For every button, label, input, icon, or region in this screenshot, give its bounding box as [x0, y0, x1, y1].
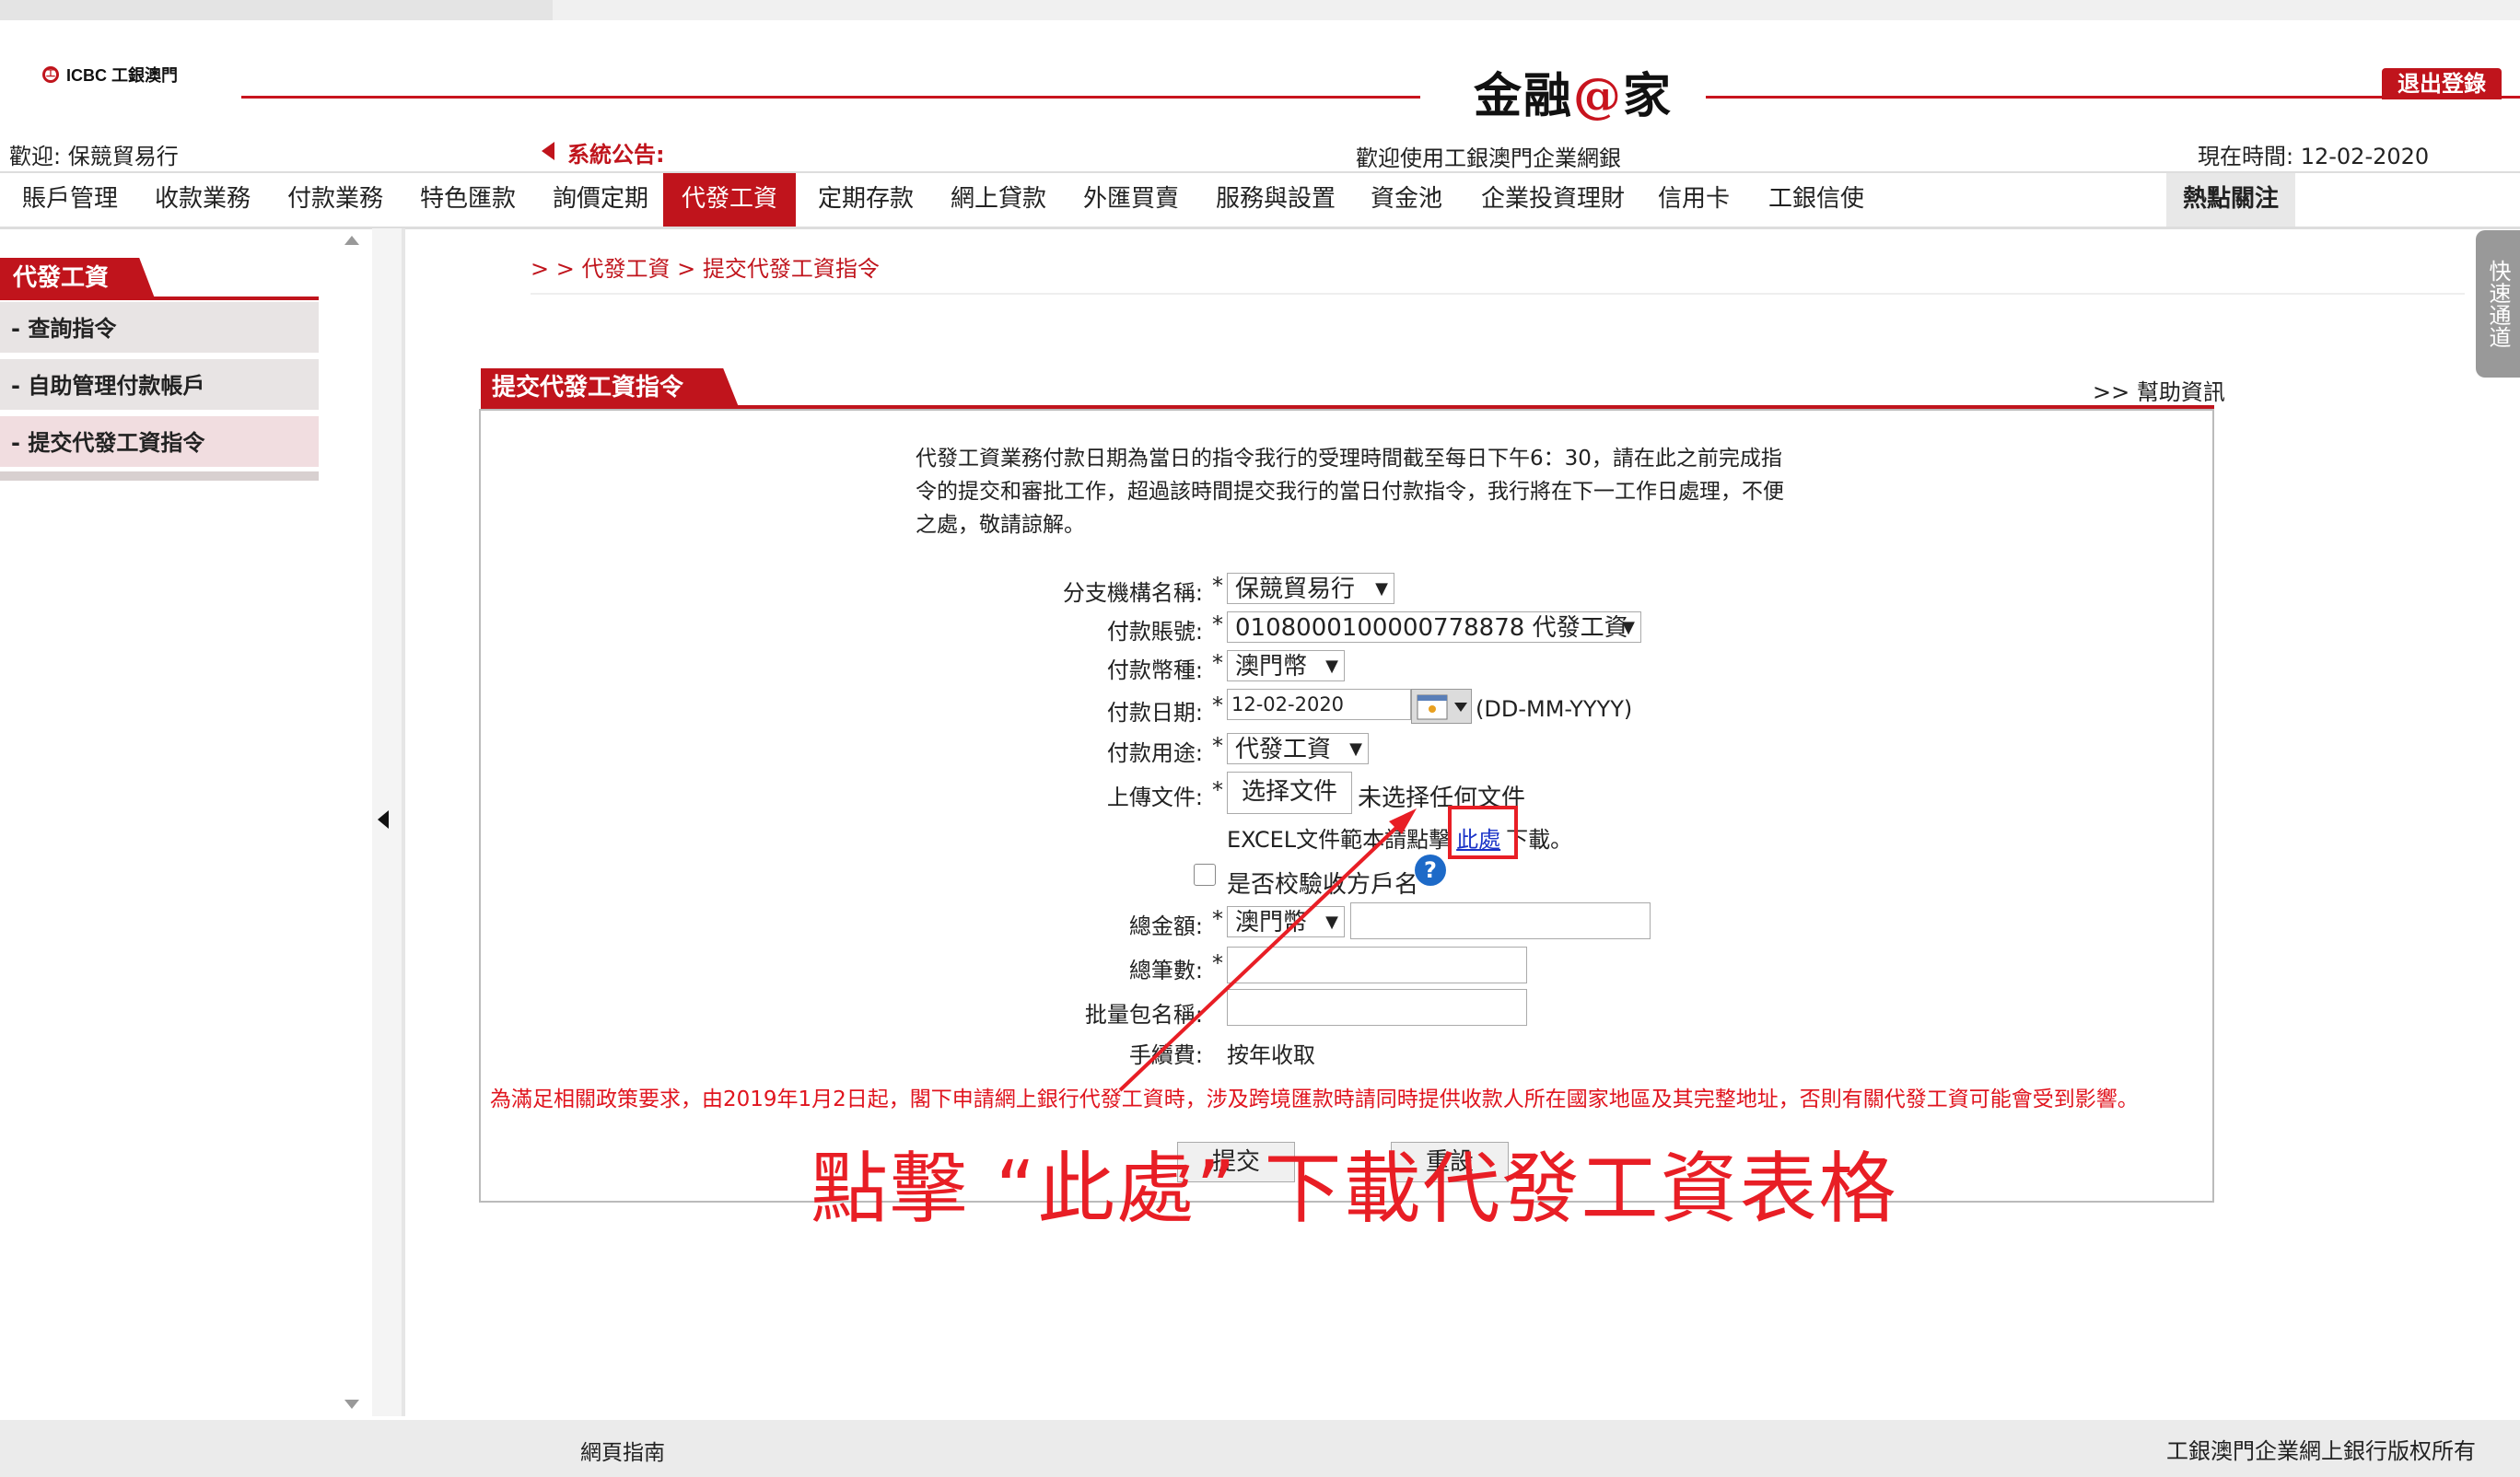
footer-guide-link[interactable]: 網頁指南	[580, 1435, 665, 1466]
annotation-arrow	[1118, 808, 1417, 1092]
footer-copyright: 工銀澳門企業網上銀行版权所有	[2166, 1438, 2476, 1464]
annotation-caption: 點擊 “此處” 下載代發工資表格	[811, 1144, 1898, 1234]
footer	[0, 1420, 2520, 1477]
